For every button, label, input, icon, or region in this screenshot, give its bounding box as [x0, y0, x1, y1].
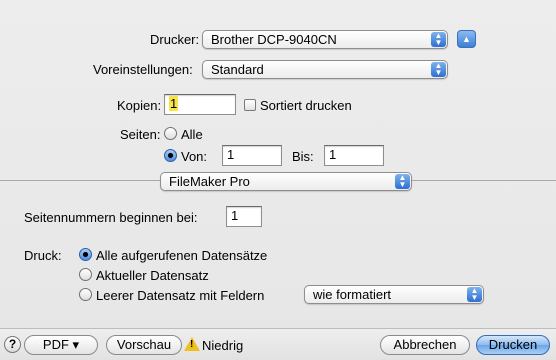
- pages-from-input[interactable]: 1: [222, 145, 282, 166]
- cancel-button[interactable]: Abbrechen: [380, 335, 470, 355]
- copies-label: Kopien:: [117, 98, 162, 113]
- presets-label: Voreinstellungen:: [93, 62, 193, 77]
- warning-mark-icon: !: [190, 339, 194, 350]
- pages-from-label: Von:: [181, 149, 208, 164]
- popup-arrows-icon: ▲ ▼: [467, 287, 482, 302]
- presets-value: Standard: [211, 62, 264, 77]
- pages-from-value: 1: [227, 147, 235, 162]
- footer-bar: ? PDF ▾ Vorschau ! Niedrig Abbrechen Dru…: [0, 329, 556, 360]
- panel-popup[interactable]: FileMaker Pro ▲ ▼: [160, 172, 412, 191]
- records-current-radio[interactable]: [79, 268, 92, 281]
- presets-popup[interactable]: Standard ▲ ▼: [202, 60, 448, 79]
- printer-popup[interactable]: Brother DCP-9040CN ▲ ▼: [202, 30, 448, 49]
- collate-label: Sortiert drucken: [260, 98, 352, 113]
- pages-all-radio[interactable]: [164, 127, 177, 140]
- pages-to-label: Bis:: [292, 149, 314, 164]
- records-blank-label: Leerer Datensatz mit Feldern: [96, 288, 265, 303]
- popup-arrows-icon: ▲ ▼: [395, 174, 410, 189]
- pages-to-input[interactable]: 1: [324, 145, 384, 166]
- popup-arrows-icon: ▲ ▼: [431, 32, 446, 47]
- copies-value: 1: [169, 96, 179, 111]
- print-records-label: Druck:: [24, 248, 62, 263]
- preview-button[interactable]: Vorschau: [106, 335, 182, 355]
- page-number-value: 1: [231, 208, 239, 223]
- pages-to-value: 1: [329, 147, 337, 162]
- collate-checkbox[interactable]: [244, 99, 256, 111]
- pdf-button[interactable]: PDF ▾: [24, 335, 98, 355]
- records-all-label: Alle aufgerufenen Datensätze: [96, 248, 268, 263]
- printer-label: Drucker:: [150, 32, 200, 47]
- copies-input[interactable]: 1: [164, 94, 236, 115]
- supply-status-label: Niedrig: [202, 338, 244, 353]
- records-all-radio[interactable]: [79, 248, 92, 261]
- pages-all-label: Alle: [181, 127, 203, 142]
- page-number-label: Seitennummern beginnen bei:: [24, 210, 198, 225]
- panel-value: FileMaker Pro: [169, 174, 250, 189]
- help-button[interactable]: ?: [4, 336, 21, 353]
- disclosure-triangle-icon[interactable]: ▲: [457, 30, 476, 48]
- pages-range-radio[interactable]: [164, 149, 177, 162]
- printer-value: Brother DCP-9040CN: [211, 32, 337, 47]
- records-blank-radio[interactable]: [79, 288, 92, 301]
- records-current-label: Aktueller Datensatz: [96, 268, 209, 283]
- popup-arrows-icon: ▲ ▼: [431, 62, 446, 77]
- format-popup[interactable]: wie formatiert ▲ ▼: [304, 285, 484, 304]
- format-value: wie formatiert: [313, 287, 392, 302]
- page-number-input[interactable]: 1: [226, 206, 262, 227]
- print-dialog: Drucker: Brother DCP-9040CN ▲ ▼ ▲ Voreins…: [0, 0, 556, 360]
- print-button[interactable]: Drucken: [476, 335, 550, 355]
- pages-label: Seiten:: [120, 127, 161, 142]
